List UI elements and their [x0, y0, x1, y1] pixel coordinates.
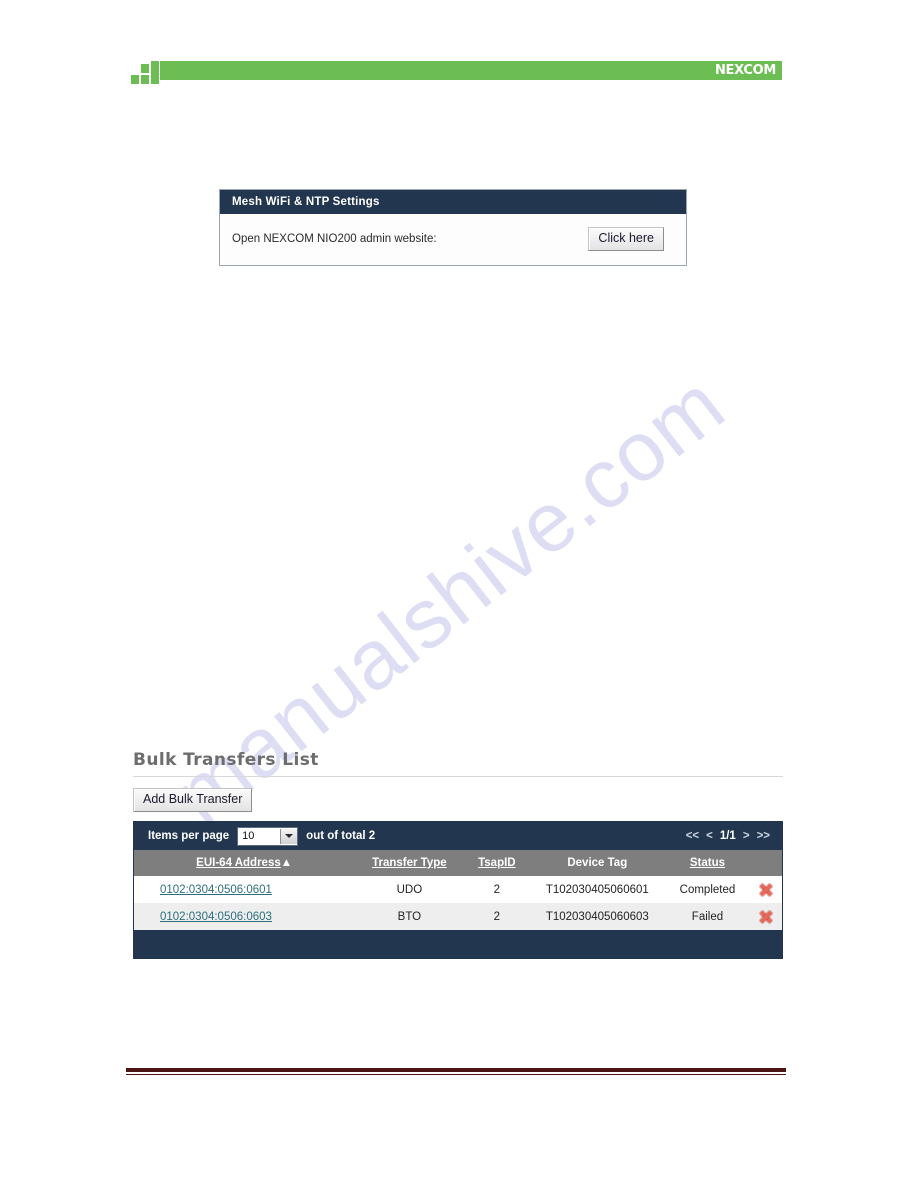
- cell-tsapid: 2: [464, 903, 530, 930]
- table-row: 0102:0304:0506:0601 UDO 2 T1020304050606…: [134, 876, 782, 903]
- column-header-eui64[interactable]: EUI-64 Address▲: [134, 850, 355, 876]
- cell-transfer-type: BTO: [354, 903, 465, 930]
- cell-tsapid: 2: [464, 876, 530, 903]
- pagination-last[interactable]: >>: [757, 830, 770, 842]
- column-header-eui64-label: EUI-64 Address: [196, 857, 281, 869]
- column-header-status[interactable]: Status: [665, 850, 750, 876]
- cell-device-tag: T102030405060601: [529, 876, 666, 903]
- column-header-device-tag: Device Tag: [529, 850, 666, 876]
- grid-body: 0102:0304:0506:0601 UDO 2 T1020304050606…: [134, 876, 782, 930]
- cell-device-tag: T102030405060603: [529, 903, 666, 930]
- items-per-page-value: 10: [242, 830, 255, 842]
- grid-header: EUI-64 Address▲ Transfer Type TsapID Dev…: [134, 850, 782, 876]
- items-per-page-select[interactable]: 10: [237, 826, 299, 846]
- page-header: NEXCOM: [0, 58, 918, 86]
- total-items-label: out of total 2: [306, 830, 376, 842]
- cell-eui64: 0102:0304:0506:0601: [134, 876, 355, 903]
- eui64-link[interactable]: 0102:0304:0506:0601: [160, 884, 272, 896]
- cell-delete: [749, 903, 782, 930]
- pagination-current: 1/1: [719, 830, 736, 842]
- bulk-transfers-table: Items per page 10 out of total 2 << < 1/…: [133, 821, 783, 959]
- cell-eui64: 0102:0304:0506:0603: [134, 903, 355, 930]
- sort-ascending-icon: ▲: [280, 857, 293, 869]
- click-here-button[interactable]: Click here: [588, 227, 664, 251]
- page-title: Bulk Transfers List: [133, 750, 319, 770]
- delete-x-icon[interactable]: [758, 882, 773, 897]
- header-row: EUI-64 Address▲ Transfer Type TsapID Dev…: [134, 850, 782, 876]
- add-bulk-transfer-row: Add Bulk Transfer: [133, 788, 783, 812]
- pagination-next[interactable]: >: [743, 830, 750, 842]
- delete-x-icon[interactable]: [758, 909, 773, 924]
- column-header-status-label: Status: [689, 857, 726, 869]
- table-toolbar: Items per page 10 out of total 2 << < 1/…: [134, 822, 782, 850]
- column-header-transfer-type[interactable]: Transfer Type: [354, 850, 465, 876]
- chevron-down-icon[interactable]: [280, 828, 298, 844]
- nexcom-logo: NEXCOM: [714, 63, 776, 78]
- cell-transfer-type: UDO: [354, 876, 465, 903]
- table-footer-bar: [134, 930, 782, 958]
- mesh-wifi-ntp-settings-panel: Mesh WiFi & NTP Settings Open NEXCOM NIO…: [219, 189, 687, 266]
- header-green-bar: NEXCOM: [160, 61, 782, 80]
- nexcom-blocks-icon: [131, 61, 159, 85]
- column-header-device-tag-label: Device Tag: [567, 857, 628, 869]
- items-per-page-group: Items per page 10 out of total 2: [148, 826, 376, 846]
- column-header-tsapid[interactable]: TsapID: [464, 850, 530, 876]
- cell-delete: [749, 876, 782, 903]
- pagination: << < 1/1 > >>: [686, 830, 770, 842]
- cell-status: Completed: [665, 876, 750, 903]
- admin-website-label: Open NEXCOM NIO200 admin website:: [232, 233, 437, 245]
- column-header-transfer-type-label: Transfer Type: [372, 857, 447, 869]
- eui64-link[interactable]: 0102:0304:0506:0603: [160, 911, 272, 923]
- items-per-page-label: Items per page: [148, 830, 230, 842]
- add-bulk-transfer-button[interactable]: Add Bulk Transfer: [133, 788, 253, 812]
- bulk-transfers-section: Bulk Transfers List Add Bulk Transfer It…: [133, 750, 783, 959]
- panel-body: Open NEXCOM NIO200 admin website: Click …: [220, 214, 686, 265]
- page-footer-rule: [126, 1068, 786, 1075]
- transfers-grid: EUI-64 Address▲ Transfer Type TsapID Dev…: [134, 850, 782, 930]
- pagination-prev[interactable]: <: [706, 830, 713, 842]
- column-header-tsapid-label: TsapID: [478, 857, 516, 869]
- panel-title: Mesh WiFi & NTP Settings: [220, 190, 686, 214]
- table-row: 0102:0304:0506:0603 BTO 2 T1020304050606…: [134, 903, 782, 930]
- title-divider: [133, 776, 783, 777]
- column-header-actions: [749, 850, 782, 876]
- pagination-first[interactable]: <<: [686, 830, 699, 842]
- cell-status: Failed: [665, 903, 750, 930]
